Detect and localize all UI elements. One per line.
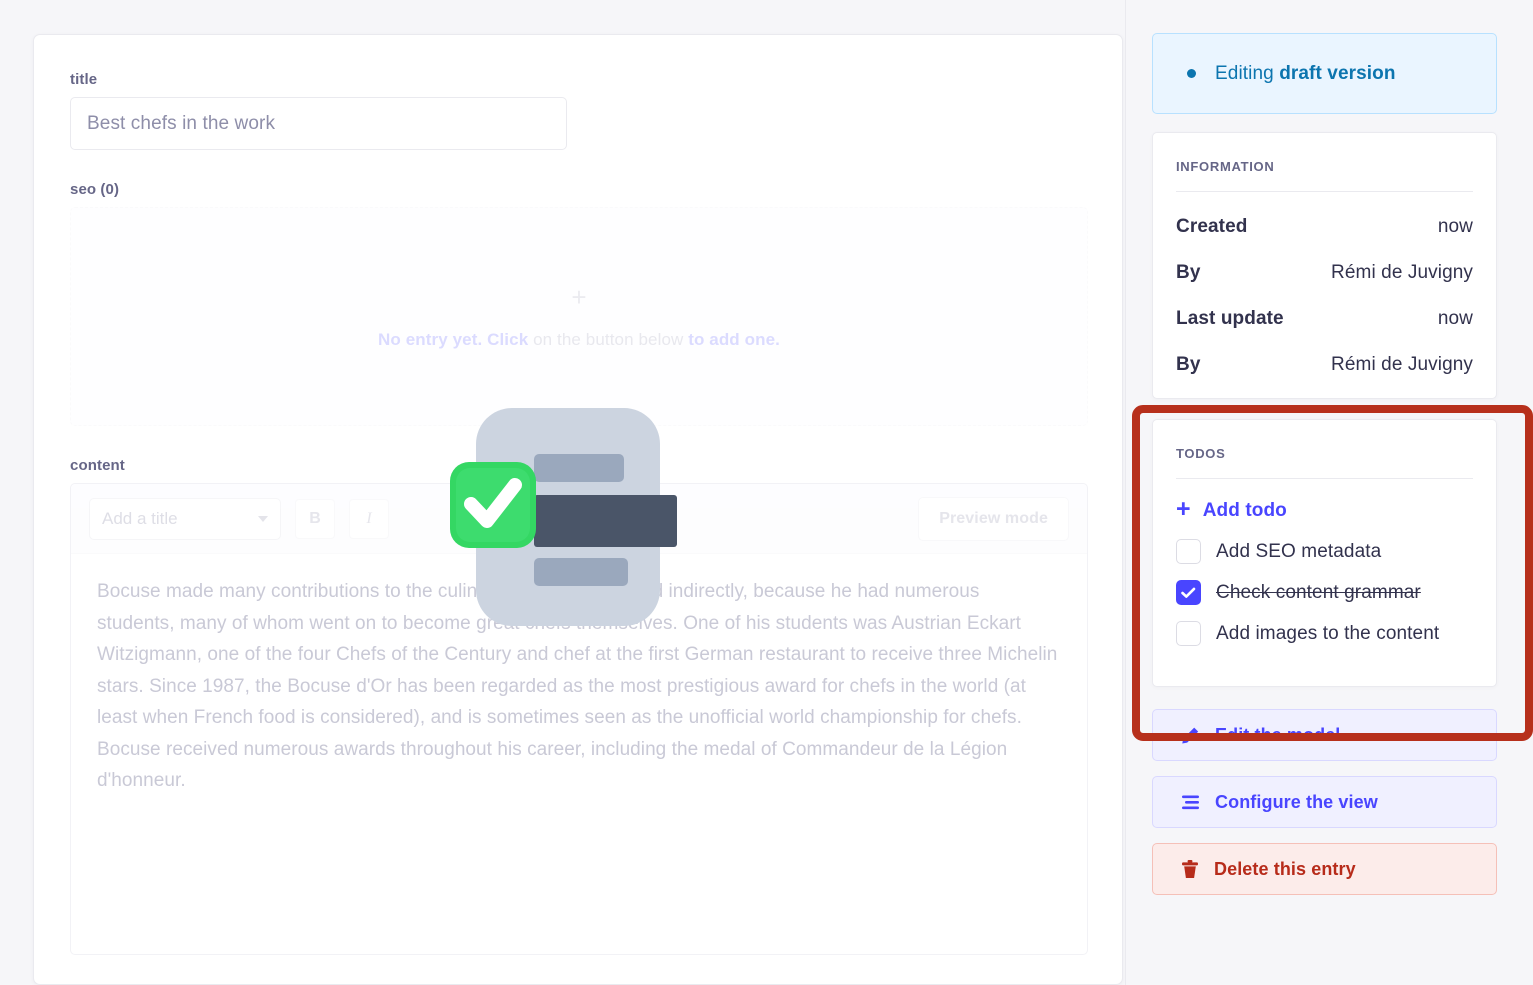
entry-form-card: title Best chefs in the work seo (0) + N… xyxy=(33,34,1123,985)
seo-add-one-link[interactable]: to add one. xyxy=(688,330,780,349)
sliders-icon xyxy=(1182,795,1199,809)
todo-label: Add SEO metadata xyxy=(1216,540,1382,562)
todo-label: Check content grammar xyxy=(1216,581,1421,603)
information-panel-title: INFORMATION xyxy=(1176,159,1275,174)
info-row-key: By xyxy=(1176,262,1201,283)
info-row-value: Rémi de Juvigny xyxy=(1331,262,1473,283)
delete-this-entry-label: Delete this entry xyxy=(1214,858,1356,879)
seo-empty-message: No entry yet. Click on the button below … xyxy=(378,330,780,350)
info-row-last-update: Last update now xyxy=(1176,308,1473,330)
preview-mode-button[interactable]: Preview mode xyxy=(918,496,1069,541)
add-todo-label: Add todo xyxy=(1202,499,1287,521)
divider xyxy=(1176,478,1473,479)
entry-sidebar: Editing draft version INFORMATION Create… xyxy=(1125,0,1533,985)
info-row-value: Rémi de Juvigny xyxy=(1331,354,1473,375)
content-field-group: content Add a title B I Preview mode Boc… xyxy=(70,457,1088,955)
todo-checkbox[interactable] xyxy=(1176,539,1201,564)
todo-checkbox[interactable] xyxy=(1176,621,1201,646)
todo-item-0[interactable]: Add SEO metadata xyxy=(1176,539,1473,564)
seo-empty-middle: on the button below xyxy=(533,329,684,349)
trash-icon xyxy=(1182,859,1198,878)
add-todo-button[interactable]: + Add todo xyxy=(1176,495,1473,523)
editor-body[interactable]: Bocuse made many contributions to the cu… xyxy=(71,554,1087,954)
check-icon xyxy=(1181,587,1196,598)
todo-item-1[interactable]: Check content grammar xyxy=(1176,580,1473,605)
info-row-created-by: By Rémi de Juvigny xyxy=(1176,262,1473,284)
info-row-key: Created xyxy=(1176,216,1248,237)
info-row-key: By xyxy=(1176,354,1201,375)
main-content-column: title Best chefs in the work seo (0) + N… xyxy=(0,0,1125,985)
app-root: title Best chefs in the work seo (0) + N… xyxy=(0,0,1533,985)
editor-toolbar: Add a title B I Preview mode xyxy=(71,484,1087,554)
title-input[interactable]: Best chefs in the work xyxy=(70,97,567,150)
configure-the-view-label: Configure the view xyxy=(1215,791,1378,812)
seo-empty-prefix: No entry yet. Click xyxy=(378,329,529,349)
info-row-value: now xyxy=(1437,216,1473,237)
draft-version-banner: Editing draft version xyxy=(1152,33,1497,114)
draft-banner-emphasis: draft version xyxy=(1279,62,1396,84)
seo-field-group: seo (0) + No entry yet. Click on the but… xyxy=(70,181,1088,426)
plus-icon: + xyxy=(571,281,587,312)
title-field-label: title xyxy=(70,71,98,88)
todos-panel: TODOS + Add todo Add SEO metadata Check … xyxy=(1152,419,1497,687)
draft-banner-text: Editing draft version xyxy=(1215,63,1396,85)
edit-the-model-label: Edit the model xyxy=(1215,724,1341,745)
status-dot-icon xyxy=(1187,69,1196,78)
draft-banner-prefix: Editing xyxy=(1215,62,1280,84)
seo-field-label: seo (0) xyxy=(70,181,120,198)
title-field-group: title Best chefs in the work xyxy=(70,71,1086,150)
italic-button[interactable]: I xyxy=(349,498,389,539)
rich-text-editor: Add a title B I Preview mode Bocuse made… xyxy=(70,483,1088,955)
info-row-created: Created now xyxy=(1176,216,1473,238)
editor-paragraph: Bocuse made many contributions to the cu… xyxy=(97,581,1058,791)
info-row-updated-by: By Rémi de Juvigny xyxy=(1176,354,1473,376)
seo-empty-dropzone[interactable]: + No entry yet. Click on the button belo… xyxy=(70,207,1088,426)
content-field-label: content xyxy=(70,457,125,474)
todo-checkbox[interactable] xyxy=(1176,580,1201,605)
information-panel: INFORMATION Created now By Rémi de Juvig… xyxy=(1152,132,1497,399)
edit-the-model-button[interactable]: Edit the model xyxy=(1152,709,1497,761)
todos-panel-title: TODOS xyxy=(1176,446,1226,461)
delete-this-entry-button[interactable]: Delete this entry xyxy=(1152,843,1497,895)
todo-item-2[interactable]: Add images to the content xyxy=(1176,621,1473,646)
heading-select-value: Add a title xyxy=(102,508,178,528)
todos-highlight-annotation: TODOS + Add todo Add SEO metadata Check … xyxy=(1132,405,1533,741)
info-row-key: Last update xyxy=(1176,308,1284,329)
plus-icon: + xyxy=(1176,495,1191,523)
bold-button[interactable]: B xyxy=(295,498,335,539)
info-row-value: now xyxy=(1437,308,1473,329)
heading-select[interactable]: Add a title xyxy=(89,497,281,540)
chevron-down-icon xyxy=(258,515,268,522)
divider xyxy=(1176,191,1473,192)
configure-the-view-button[interactable]: Configure the view xyxy=(1152,776,1497,828)
pencil-icon xyxy=(1182,727,1199,743)
sidebar-actions: Edit the model Configure the view Delete… xyxy=(1152,709,1497,895)
todo-label: Add images to the content xyxy=(1216,622,1440,644)
